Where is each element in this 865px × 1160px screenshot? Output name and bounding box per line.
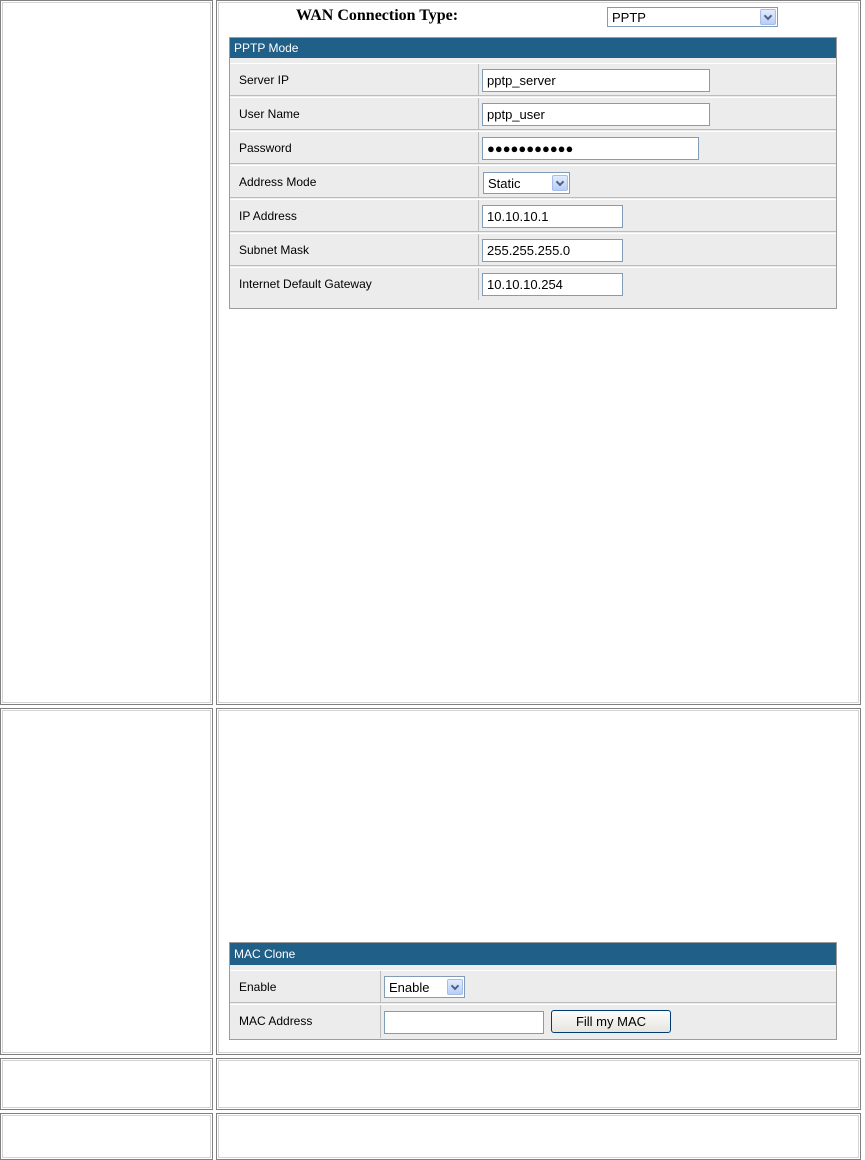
fill-my-mac-button[interactable]: Fill my MAC: [551, 1010, 671, 1033]
left-cell-2: [0, 708, 213, 1055]
ip-address-label: IP Address: [230, 200, 479, 231]
mac-enable-select[interactable]: Enable: [384, 976, 465, 998]
subnet-mask-input[interactable]: 255.255.255.0: [482, 239, 623, 262]
mac-address-label: MAC Address: [230, 1005, 381, 1038]
address-mode-value: Static: [488, 176, 521, 191]
left-cell-3: [0, 1058, 213, 1110]
chevron-down-icon[interactable]: [447, 979, 463, 995]
right-cell-4: [216, 1113, 861, 1160]
ip-address-input[interactable]: 10.10.10.1: [482, 205, 623, 228]
user-name-input[interactable]: pptp_user: [482, 103, 710, 126]
ip-address-row: IP Address 10.10.10.1: [230, 199, 836, 232]
left-cell-1: [0, 0, 213, 705]
right-cell-3: [216, 1058, 861, 1110]
address-mode-label: Address Mode: [230, 166, 479, 197]
password-row: Password ●●●●●●●●●●●: [230, 131, 836, 164]
mac-clone-section: MAC Clone Enable Enable MAC Address Fill…: [229, 942, 837, 1040]
wan-connection-type-select[interactable]: PPTP: [607, 7, 778, 27]
mac-enable-label: Enable: [230, 971, 381, 1002]
chevron-down-icon[interactable]: [552, 175, 568, 191]
wan-connection-type-label: WAN Connection Type:: [296, 7, 459, 24]
password-input[interactable]: ●●●●●●●●●●●: [482, 137, 699, 160]
mac-clone-header: MAC Clone: [230, 943, 836, 965]
subnet-mask-row: Subnet Mask 255.255.255.0: [230, 233, 836, 266]
left-cell-4: [0, 1113, 213, 1160]
pptp-mode-header: PPTP Mode: [230, 38, 836, 58]
server-ip-label: Server IP: [230, 64, 479, 95]
user-name-row: User Name pptp_user: [230, 97, 836, 130]
default-gateway-input[interactable]: 10.10.10.254: [482, 273, 623, 296]
mac-enable-value: Enable: [389, 980, 430, 995]
user-name-label: User Name: [230, 98, 479, 129]
pptp-mode-section: PPTP Mode Server IP pptp_server User Nam…: [229, 37, 837, 309]
mac-address-input[interactable]: [384, 1011, 544, 1034]
server-ip-row: Server IP pptp_server: [230, 63, 836, 96]
mac-enable-row: Enable Enable: [230, 970, 836, 1003]
address-mode-select[interactable]: Static: [483, 172, 570, 194]
server-ip-input[interactable]: pptp_server: [482, 69, 710, 92]
default-gateway-label: Internet Default Gateway: [230, 268, 479, 300]
default-gateway-row: Internet Default Gateway 10.10.10.254: [230, 267, 836, 300]
mac-address-row: MAC Address Fill my MAC: [230, 1004, 836, 1038]
password-label: Password: [230, 132, 479, 163]
wan-connection-type-value: PPTP: [612, 10, 646, 25]
chevron-down-icon[interactable]: [760, 9, 776, 25]
address-mode-row: Address Mode Static: [230, 165, 836, 198]
subnet-mask-label: Subnet Mask: [230, 234, 479, 265]
